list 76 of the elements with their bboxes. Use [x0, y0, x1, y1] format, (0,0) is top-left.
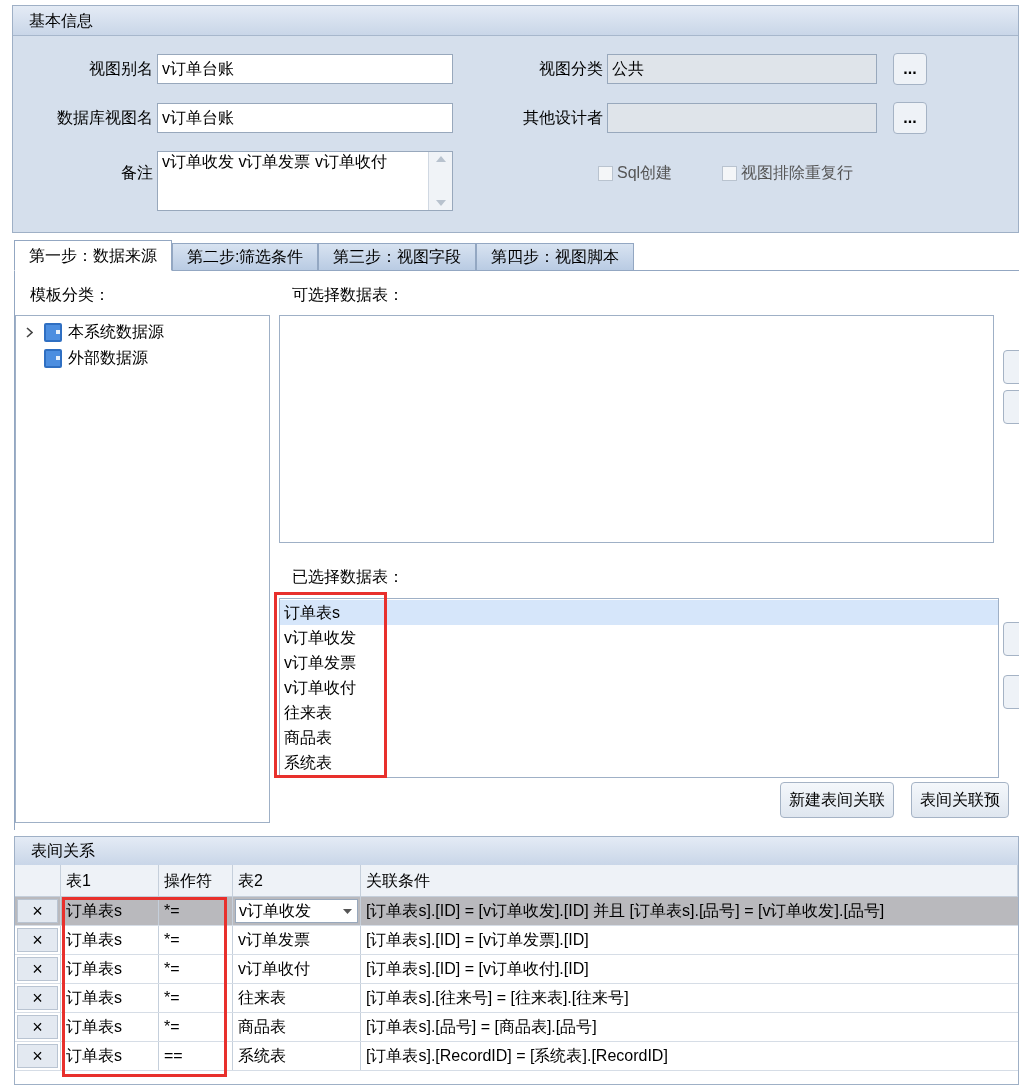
- table-cell-text: [订单表s].[RecordID] = [系统表].[RecordID]: [365, 1046, 669, 1066]
- table-cell: 往来表: [233, 984, 361, 1012]
- table-cell-text: [订单表s].[ID] = [v订单发票].[ID]: [365, 930, 590, 950]
- tab[interactable]: 第二步:筛选条件: [172, 243, 319, 271]
- list-item[interactable]: v订单发票: [280, 650, 998, 675]
- panel-title: 基本信息: [29, 10, 93, 31]
- field-label: 视图分类: [538, 59, 603, 79]
- table-cell: 订单表s: [61, 984, 159, 1012]
- table-cell: *=: [159, 897, 233, 925]
- table-cell: 订单表s: [61, 926, 159, 954]
- action-button[interactable]: 表间关联预: [911, 782, 1009, 818]
- table-cell-text: [订单表s].[往来号] = [往来表].[往来号]: [365, 988, 630, 1008]
- checkbox[interactable]: [722, 165, 738, 181]
- table-cell: v订单收付: [233, 955, 361, 983]
- checkbox[interactable]: [598, 165, 613, 181]
- table-dropdown[interactable]: v订单收发: [235, 899, 358, 923]
- table-cell: 订单表s: [61, 1013, 159, 1041]
- selected-tables-list[interactable]: 订单表s v订单收发 v订单发票 v订单收付 往来表 商品表 系统表: [279, 598, 999, 778]
- delete-button[interactable]: ×: [17, 957, 58, 981]
- list-item[interactable]: 往来表: [280, 700, 998, 725]
- list-item[interactable]: v订单收发: [280, 625, 998, 650]
- table-cell: ==: [159, 1042, 233, 1070]
- field-label: 数据库视图名: [56, 108, 153, 128]
- caret-icon[interactable]: [343, 908, 352, 914]
- column-header[interactable]: 关联条件: [361, 865, 1018, 896]
- scrollbar[interactable]: [428, 152, 452, 210]
- database-icon: [42, 321, 64, 343]
- remark-text: v订单收发 v订单发票 v订单收付: [161, 152, 388, 172]
- list-item[interactable]: v订单收付: [280, 675, 998, 700]
- table-cell: 系统表: [233, 1042, 361, 1070]
- database-icon: [42, 347, 64, 369]
- table-cell-text: [订单表s].[ID] = [v订单收付].[ID]: [365, 959, 590, 979]
- tab[interactable]: 第四步：视图脚本: [476, 243, 635, 271]
- tree-item[interactable]: 外部数据源: [68, 346, 148, 370]
- delete-button[interactable]: ×: [17, 1044, 58, 1068]
- text-field[interactable]: v订单台账: [157, 103, 453, 133]
- remark-field[interactable]: v订单收发 v订单发票 v订单收付: [157, 151, 453, 211]
- column-header[interactable]: 操作符: [159, 865, 233, 896]
- scroll-up-icon[interactable]: [435, 156, 446, 162]
- table-cell-text: [订单表s].[品号] = [商品表].[品号]: [365, 1017, 598, 1037]
- tab[interactable]: 第一步：数据来源: [14, 240, 172, 271]
- column-header[interactable]: 表1: [61, 865, 159, 896]
- text-field[interactable]: v订单台账: [157, 54, 453, 84]
- table-cell: *=: [159, 984, 233, 1012]
- tree-item[interactable]: 本系统数据源: [68, 320, 164, 344]
- delete-button[interactable]: ×: [17, 928, 58, 952]
- section-label: 可选择数据表：: [292, 285, 404, 305]
- list-item[interactable]: 订单表s: [280, 600, 998, 625]
- section-label: 已选择数据表：: [292, 567, 404, 587]
- field-label: 备注: [120, 163, 153, 183]
- table-cell: *=: [159, 926, 233, 954]
- list-item[interactable]: 系统表: [280, 750, 998, 775]
- field-label: 其他设计者: [522, 108, 603, 128]
- table-cell: *=: [159, 955, 233, 983]
- list-item[interactable]: 商品表: [280, 725, 998, 750]
- available-tables-list[interactable]: [279, 315, 994, 543]
- table-cell: 订单表s: [61, 897, 159, 925]
- table-cell: 订单表s: [61, 1042, 159, 1070]
- delete-button[interactable]: ×: [17, 899, 58, 923]
- scroll-down-icon[interactable]: [435, 200, 446, 206]
- tab[interactable]: 第三步：视图字段: [318, 243, 477, 271]
- field-label: 视图别名: [88, 59, 153, 79]
- panel-title: 表间关系: [31, 841, 95, 861]
- delete-button[interactable]: ×: [17, 986, 58, 1010]
- table-cell: v订单发票: [233, 926, 361, 954]
- table-cell: 订单表s: [61, 955, 159, 983]
- table-cell: 商品表: [233, 1013, 361, 1041]
- action-button[interactable]: 新建表间关联: [780, 782, 894, 818]
- table-cell-text: [订单表s].[ID] = [v订单收发].[ID] 并且 [订单表s].[品号] = [v订单收发].[品号]: [365, 901, 886, 921]
- delete-button[interactable]: ×: [17, 1015, 58, 1039]
- checkbox-label: 视图排除重复行: [741, 163, 854, 183]
- table-cell: *=: [159, 1013, 233, 1041]
- section-label: 模板分类：: [30, 285, 110, 305]
- column-header[interactable]: 表2: [233, 865, 361, 896]
- checkbox-label: Sql创建: [617, 163, 673, 183]
- dropdown-value: v订单收发: [239, 901, 311, 921]
